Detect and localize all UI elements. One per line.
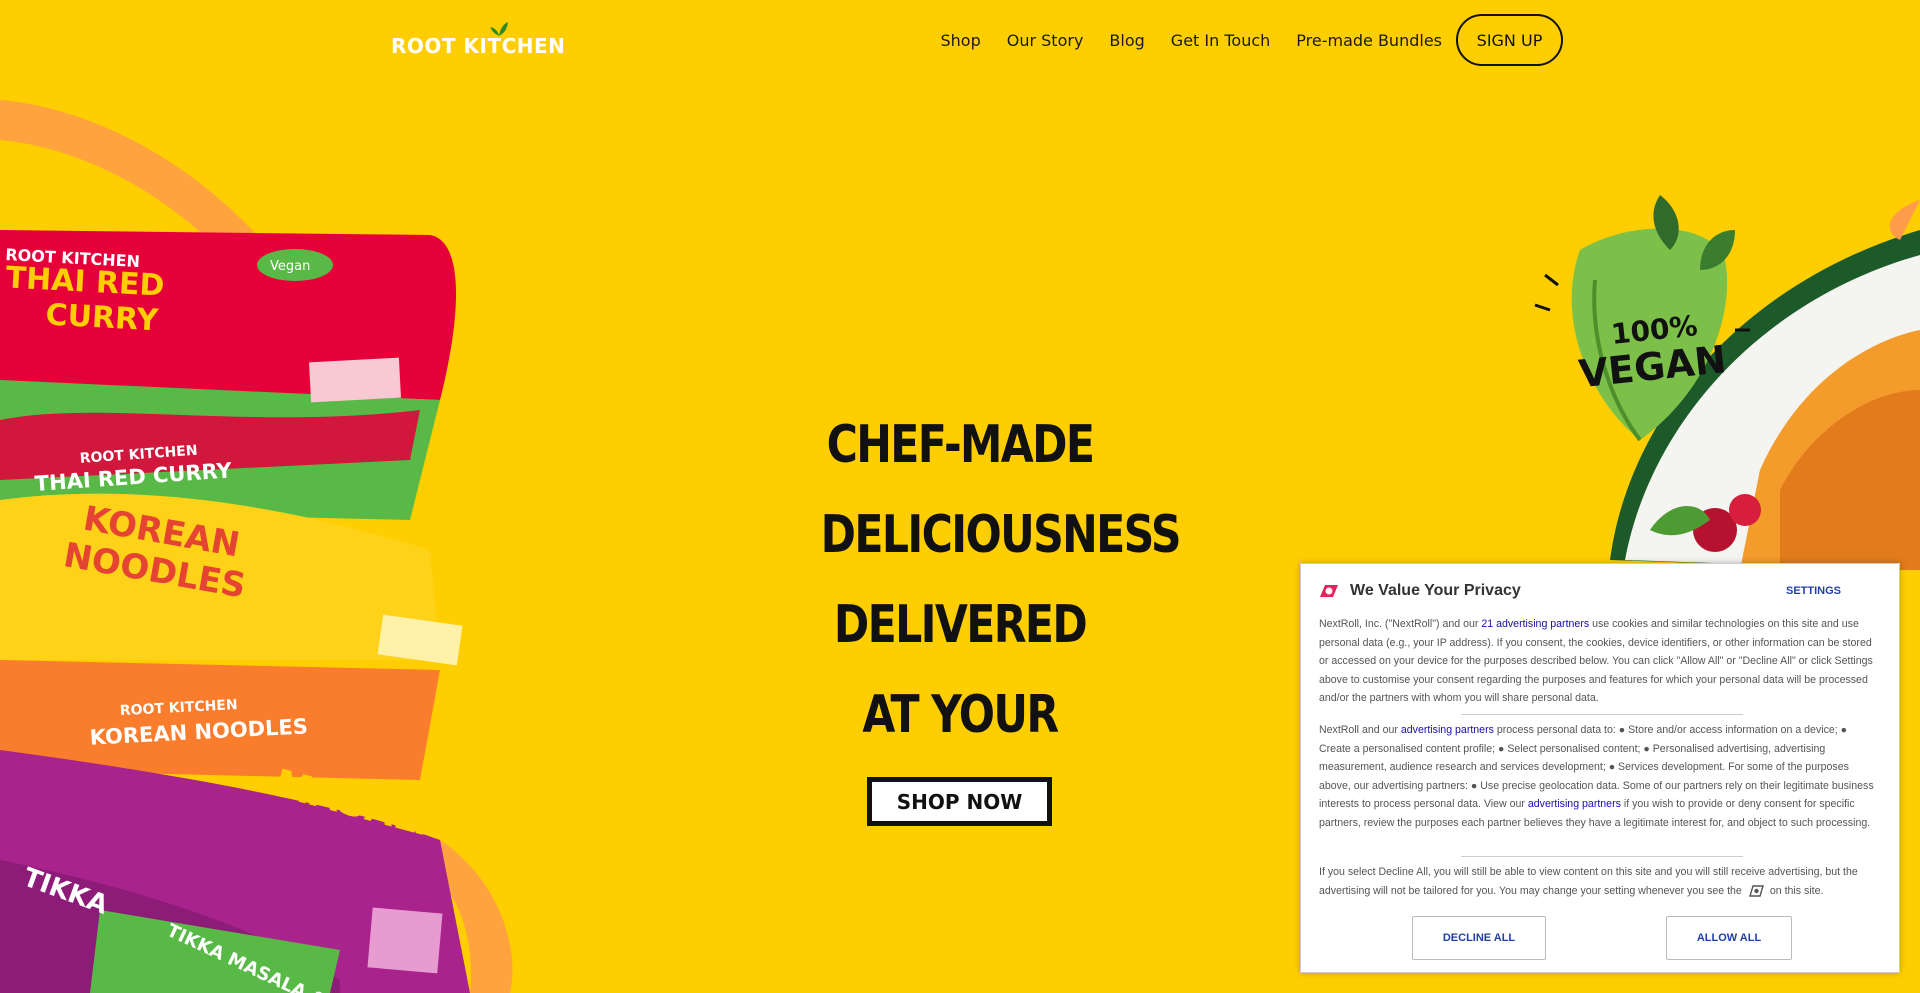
advertising-partners-link[interactable]: advertising partners xyxy=(1401,724,1494,736)
consent-settings-icon[interactable] xyxy=(1748,885,1764,897)
consent-p3-text-b: on this site. xyxy=(1769,884,1824,897)
consent-paragraph-1: NextRoll, Inc. ("NextRoll") and our 21 a… xyxy=(1319,615,1881,708)
nav-link-pre-made-bundles[interactable]: Pre-made Bundles xyxy=(1296,31,1442,50)
privacy-consent-dialog: We Value Your Privacy SETTINGS NextRoll,… xyxy=(1300,563,1900,973)
consent-p1-text-b: use cookies and similar technologies on … xyxy=(1319,618,1873,705)
nextroll-logo-icon xyxy=(1320,585,1338,597)
decline-all-button[interactable]: DECLINE ALL xyxy=(1412,916,1546,960)
consent-p1-text-a: NextRoll, Inc. ("NextRoll") and our xyxy=(1319,618,1482,630)
allow-all-button[interactable]: ALLOW ALL xyxy=(1666,916,1792,960)
consent-title: We Value Your Privacy xyxy=(1350,582,1521,599)
meal-packages-image: THAI RED CURRY ROOT KITCHEN Vegan ROOT K… xyxy=(0,100,513,993)
nav-link-get-in-touch[interactable]: Get In Touch xyxy=(1171,31,1270,50)
signup-button[interactable]: SIGN UP xyxy=(1456,14,1563,66)
main-nav: Shop Our Story Blog Get In Touch Pre-mad… xyxy=(941,14,1563,66)
advertising-partners-link-2[interactable]: advertising partners xyxy=(1528,798,1621,810)
shop-now-button[interactable]: SHOP NOW xyxy=(867,777,1052,826)
package-thai-red-curry: THAI RED CURRY ROOT KITCHEN Vegan ROOT K… xyxy=(0,230,457,520)
consent-paragraph-3: If you select Decline All, you will stil… xyxy=(1319,863,1881,900)
hero-headline-line-2: DELICIOUSNESS xyxy=(820,505,1182,565)
package-1-vegan-tag: Vegan xyxy=(270,259,310,274)
consent-divider xyxy=(1461,714,1743,715)
nav-link-blog[interactable]: Blog xyxy=(1109,31,1144,50)
consent-divider-2 xyxy=(1461,856,1743,857)
package-1-lid-title-2: CURRY xyxy=(45,298,161,339)
consent-paragraph-2: NextRoll and our advertising partners pr… xyxy=(1319,721,1881,833)
consent-header: We Value Your Privacy xyxy=(1318,582,1521,600)
hero-headline-line-1: CHEF-MADE xyxy=(826,415,1095,475)
vegan-plate-image: 100% VEGAN xyxy=(1534,195,1920,570)
brand-logo[interactable]: ROOT KITCHEN xyxy=(391,22,565,58)
package-korean-noodles: KOREAN NOODLES ROOT KITCHEN KOREAN NOODL… xyxy=(0,493,463,780)
package-tikka-masala: TIKKA MASALA TIKKA MASALA & RICE xyxy=(0,750,470,993)
nav-link-shop[interactable]: Shop xyxy=(941,31,981,50)
logo-text: ROOT KITCHEN xyxy=(391,34,566,58)
hero-headline-line-3: DELIVERED xyxy=(833,595,1088,655)
advertising-partners-count-link[interactable]: 21 advertising partners xyxy=(1481,618,1589,630)
shop-now-label: SHOP NOW xyxy=(872,782,1047,821)
nav-link-our-story[interactable]: Our Story xyxy=(1007,31,1084,50)
consent-settings-link[interactable]: SETTINGS xyxy=(1786,585,1841,597)
consent-p2-text-a: NextRoll and our xyxy=(1319,724,1401,736)
